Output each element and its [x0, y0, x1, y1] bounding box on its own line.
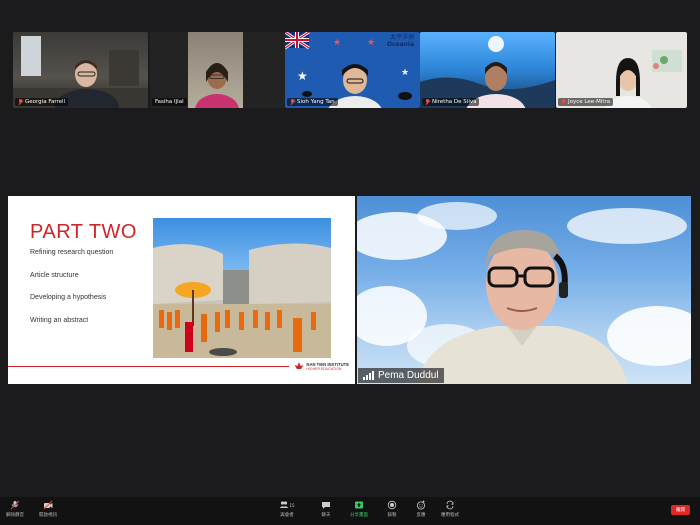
participant-name-tag: Niretha De Silva — [422, 98, 480, 106]
svg-text:★: ★ — [367, 38, 375, 48]
reactions-icon — [416, 500, 426, 510]
participants-label: 與會者 — [280, 513, 294, 518]
participant-tile-georgia[interactable]: Georgia Farrell — [13, 32, 148, 108]
svg-text:★: ★ — [401, 68, 409, 78]
participant-tile-joyce[interactable]: Joyce Lee-Mitra — [556, 32, 687, 108]
chat-button[interactable]: 聊天 — [311, 500, 341, 518]
slide-divider-line — [8, 366, 289, 367]
mic-muted-icon — [561, 99, 566, 105]
share-screen-label: 分享畫面 — [350, 513, 368, 518]
participant-video — [420, 36, 555, 108]
meeting-toolbar: 解除靜音 開啟視訊 15 與會者 聊天 分享畫面 錄製 反應 應用程式 離開 — [0, 497, 700, 525]
slide-bullet: Developing a hypothesis — [30, 294, 107, 301]
speaker-name-tag: Pema Duddul — [358, 368, 444, 383]
participants-count: 15 — [289, 502, 295, 508]
slide-photo — [153, 218, 331, 358]
signal-strength-icon — [363, 371, 374, 380]
leave-meeting-button[interactable]: 離開 — [671, 505, 690, 515]
oceania-text: Oceania — [386, 41, 414, 48]
slide-bullet: Writing an abstract — [30, 317, 89, 324]
unmute-button[interactable]: 解除靜音 — [0, 500, 30, 518]
participant-name: Sioh Yang Tan — [297, 99, 335, 105]
start-video-button[interactable]: 開啟視訊 — [33, 500, 63, 518]
apps-button[interactable]: 應用程式 — [435, 500, 465, 518]
participant-tile-sioh[interactable]: ★ ★ ★ ★ 太平洋洲 Oceania Sioh Yang Tan — [285, 32, 420, 108]
share-screen-icon — [354, 500, 364, 510]
participant-name: Georgia Farrell — [25, 99, 66, 105]
video-off-icon — [43, 500, 53, 510]
slide-bullet: Article structure — [30, 272, 79, 279]
participant-name-tag: Joyce Lee-Mitra — [558, 98, 614, 106]
participant-name-tag: Fasiha Ijlal — [152, 98, 187, 106]
slide-bullet: Refining research question — [30, 249, 114, 256]
record-button[interactable]: 錄製 — [377, 500, 407, 518]
participant-tile-niretha[interactable]: Niretha De Silva — [420, 32, 555, 108]
logo-subtitle: HIGHER EDUCATION — [306, 366, 342, 371]
mic-muted-icon — [10, 500, 20, 510]
share-screen-button[interactable]: 分享畫面 — [344, 500, 374, 518]
oceania-label: 太平洋洲 Oceania — [387, 34, 414, 48]
speaker-name: Pema Duddul — [378, 370, 439, 381]
participant-name-tag: Sioh Yang Tan — [287, 98, 338, 106]
record-label: 錄製 — [387, 513, 397, 518]
participant-tile-fasiha[interactable]: Fasiha Ijlal — [150, 32, 285, 108]
speaker-video — [357, 202, 691, 384]
record-icon — [387, 500, 397, 510]
reactions-button[interactable]: 反應 — [406, 500, 436, 518]
mic-muted-icon — [290, 99, 295, 105]
participant-name: Fasiha Ijlal — [155, 99, 184, 105]
participant-name-tag: Georgia Farrell — [15, 98, 69, 106]
svg-text:★: ★ — [297, 69, 308, 83]
chat-icon — [321, 500, 331, 510]
reactions-label: 反應 — [416, 513, 426, 518]
mic-muted-icon — [18, 99, 23, 105]
shared-screen-slide[interactable]: PART TWO Refining research question Arti… — [8, 196, 355, 384]
active-speaker-video[interactable]: Pema Duddul — [357, 196, 691, 384]
participant-video — [13, 36, 148, 108]
start-video-label: 開啟視訊 — [39, 513, 57, 518]
unmute-label: 解除靜音 — [6, 513, 24, 518]
participants-icon: 15 — [278, 500, 296, 510]
participant-video — [604, 50, 682, 108]
lotus-logo-icon — [294, 362, 304, 369]
slide-title: PART TWO — [30, 221, 137, 243]
chat-label: 聊天 — [321, 513, 331, 518]
participants-button[interactable]: 15 與會者 — [272, 500, 302, 518]
institute-logo: NAN TIEN INSTITUTE HIGHER EDUCATION — [294, 361, 349, 371]
participant-video — [188, 32, 243, 108]
svg-text:★: ★ — [333, 38, 341, 48]
participant-name: Niretha De Silva — [432, 99, 477, 105]
apps-icon — [445, 500, 455, 510]
oceania-cn-text: 太平洋洲 — [389, 34, 414, 41]
participant-name: Joyce Lee-Mitra — [568, 99, 611, 105]
logo-name: NAN TIEN INSTITUTE — [306, 361, 349, 367]
mic-muted-icon — [425, 99, 430, 105]
apps-label: 應用程式 — [441, 513, 459, 518]
